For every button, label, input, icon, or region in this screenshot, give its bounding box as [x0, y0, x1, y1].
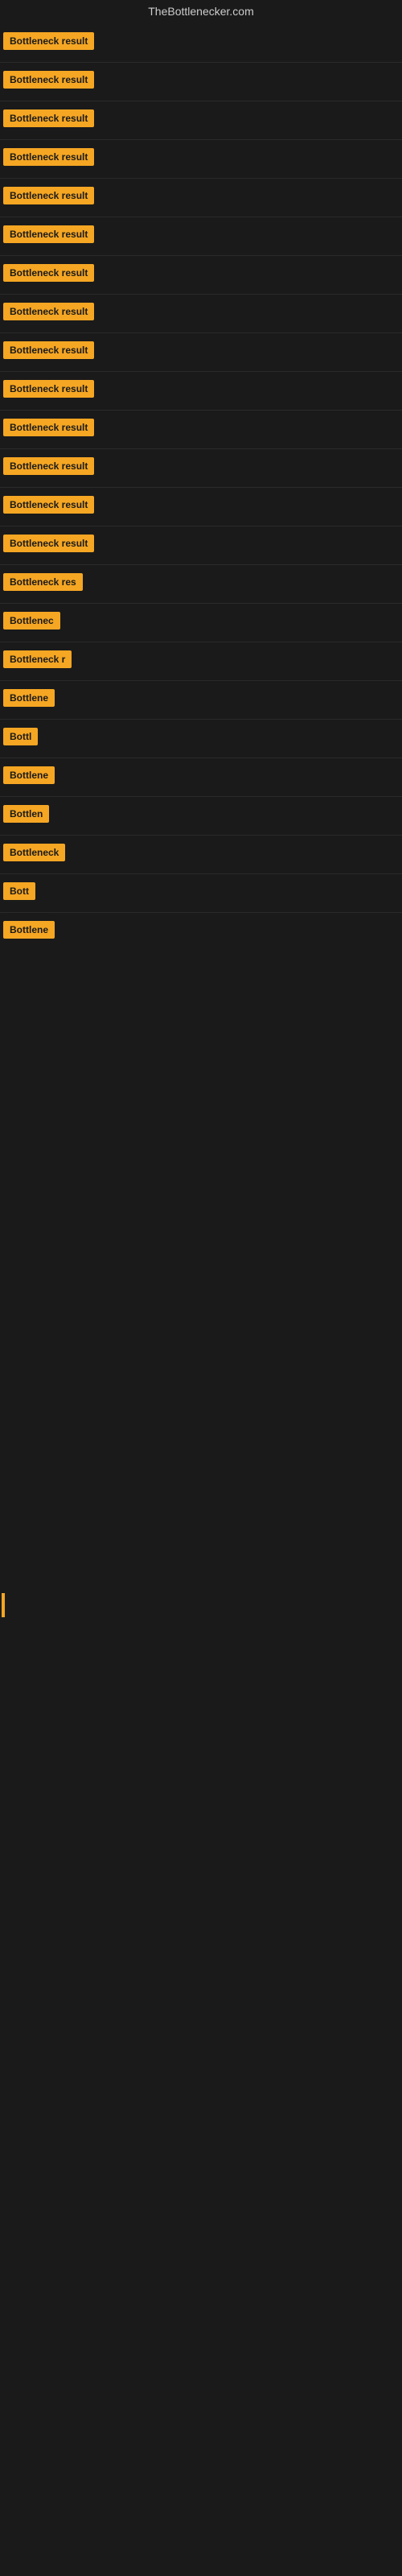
divider-11	[0, 448, 402, 449]
badge-row-17: Bottleneck r	[0, 644, 402, 679]
bottleneck-badge-10: Bottleneck result	[3, 380, 94, 398]
divider-3	[0, 139, 402, 140]
bottleneck-badge-9: Bottleneck result	[3, 341, 94, 359]
bottleneck-badge-5: Bottleneck result	[3, 187, 94, 204]
badge-row-8: Bottleneck result	[0, 296, 402, 331]
badge-row-10: Bottleneck result	[0, 374, 402, 408]
badge-row-15: Bottleneck res	[0, 567, 402, 601]
bottleneck-badge-18: Bottlene	[3, 689, 55, 707]
badge-row-6: Bottleneck result	[0, 219, 402, 254]
badges-list: Bottleneck result Bottleneck result Bottle…	[0, 26, 402, 949]
divider-7	[0, 294, 402, 295]
bottom-indicator	[2, 1593, 5, 1617]
divider-6	[0, 255, 402, 256]
bottleneck-badge-15: Bottleneck res	[3, 573, 83, 591]
divider-10	[0, 410, 402, 411]
badge-row-11: Bottleneck result	[0, 412, 402, 447]
divider-9	[0, 371, 402, 372]
bottleneck-badge-21: Bottlen	[3, 805, 49, 823]
badge-row-20: Bottlene	[0, 760, 402, 795]
bottleneck-badge-11: Bottleneck result	[3, 419, 94, 436]
badge-row-18: Bottlene	[0, 683, 402, 717]
badge-row-16: Bottlenec	[0, 605, 402, 640]
badge-row-3: Bottleneck result	[0, 103, 402, 138]
bottleneck-badge-24: Bottlene	[3, 921, 55, 939]
bottleneck-badge-14: Bottleneck result	[3, 535, 94, 552]
badge-row-13: Bottleneck result	[0, 489, 402, 524]
badge-row-5: Bottleneck result	[0, 180, 402, 215]
bottleneck-badge-12: Bottleneck result	[3, 457, 94, 475]
divider-23	[0, 912, 402, 913]
bottleneck-badge-3: Bottleneck result	[3, 109, 94, 127]
divider-8	[0, 332, 402, 333]
divider-18	[0, 719, 402, 720]
badge-row-2: Bottleneck result	[0, 64, 402, 99]
badge-row-22: Bottleneck	[0, 837, 402, 872]
divider-15	[0, 603, 402, 604]
divider-1	[0, 62, 402, 63]
bottleneck-badge-2: Bottleneck result	[3, 71, 94, 89]
bottleneck-badge-16: Bottlenec	[3, 612, 60, 630]
divider-22	[0, 873, 402, 874]
bottleneck-badge-8: Bottleneck result	[3, 303, 94, 320]
badge-row-24: Bottlene	[0, 914, 402, 949]
site-title: TheBottlenecker.com	[0, 0, 402, 26]
badge-row-12: Bottleneck result	[0, 451, 402, 485]
badge-row-9: Bottleneck result	[0, 335, 402, 369]
badge-row-14: Bottleneck result	[0, 528, 402, 563]
divider-21	[0, 835, 402, 836]
bottleneck-badge-23: Bott	[3, 882, 35, 900]
divider-17	[0, 680, 402, 681]
bottleneck-badge-13: Bottleneck result	[3, 496, 94, 514]
divider-12	[0, 487, 402, 488]
badge-row-4: Bottleneck result	[0, 142, 402, 176]
badge-row-1: Bottleneck result	[0, 26, 402, 60]
bottleneck-badge-6: Bottleneck result	[3, 225, 94, 243]
bottleneck-badge-7: Bottleneck result	[3, 264, 94, 282]
bottleneck-badge-17: Bottleneck r	[3, 650, 72, 668]
badge-row-19: Bottl	[0, 721, 402, 756]
bottleneck-badge-19: Bottl	[3, 728, 38, 745]
divider-4	[0, 178, 402, 179]
bottleneck-badge-4: Bottleneck result	[3, 148, 94, 166]
bottleneck-badge-22: Bottleneck	[3, 844, 65, 861]
bottom-section	[0, 1593, 402, 2559]
badge-row-23: Bott	[0, 876, 402, 910]
divider-14	[0, 564, 402, 565]
bottleneck-badge-1: Bottleneck result	[3, 32, 94, 50]
divider-20	[0, 796, 402, 797]
badge-row-21: Bottlen	[0, 799, 402, 833]
badge-row-7: Bottleneck result	[0, 258, 402, 292]
bottleneck-badge-20: Bottlene	[3, 766, 55, 784]
